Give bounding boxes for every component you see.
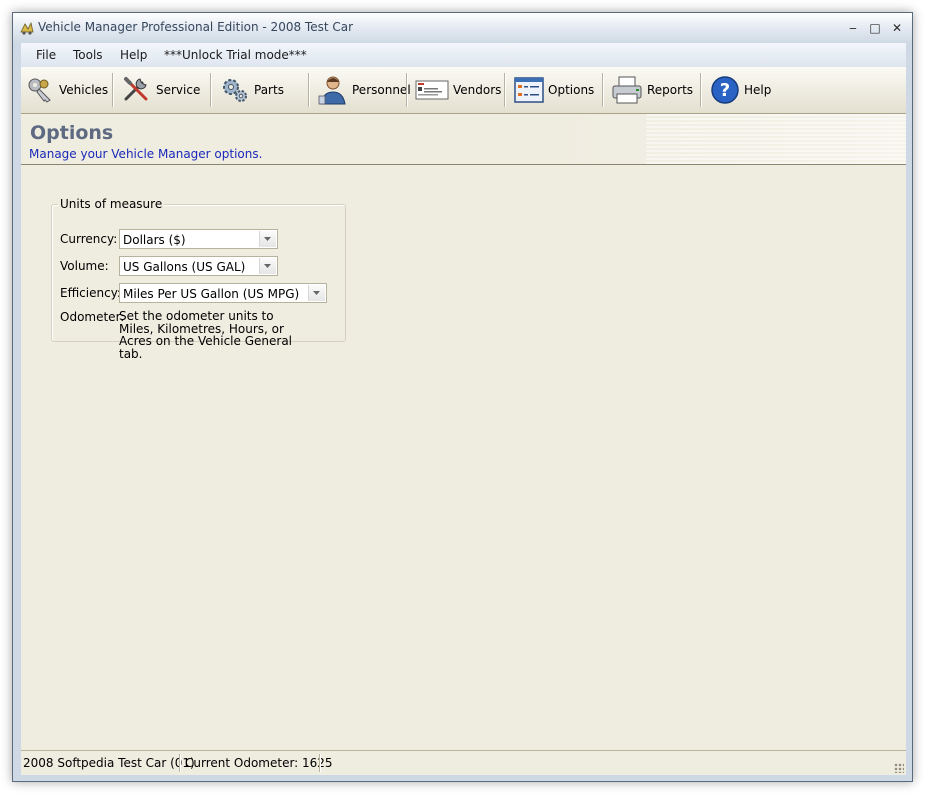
toolbar-parts-label: Parts [254,83,284,97]
volume-label: Volume: [60,259,109,273]
toolbar-options-button[interactable]: Options [514,70,594,110]
toolbar-separator [112,73,114,107]
toolbar-separator [504,73,506,107]
toolbar-separator [700,73,702,107]
status-odometer: Current Odometer: 1625 [185,756,333,770]
app-logo-icon [20,21,34,35]
odometer-label: Odometer: [60,310,125,324]
tools-icon [124,77,148,101]
toolbar-personnel-button[interactable]: Personnel [316,70,411,110]
menu-help[interactable]: Help [120,48,147,62]
status-divider [179,754,181,772]
toolbar-service-label: Service [156,83,201,97]
toolbar-reports-label: Reports [647,83,694,97]
page-header: Options Manage your Vehicle Manager opti… [21,114,906,165]
currency-select[interactable]: Dollars ($) [119,229,278,249]
units-group-legend: Units of measure [58,197,165,211]
menu-unlock-trial[interactable]: ***Unlock Trial mode*** [164,48,307,62]
efficiency-value: Miles Per US Gallon (US MPG) [123,287,300,301]
odometer-help-text: Set the odometer units to Miles, Kilomet… [119,309,293,361]
menu-tools[interactable]: Tools [73,48,103,62]
menu-bar: File Tools Help ***Unlock Trial mode*** [21,43,906,67]
toolbar-separator [308,73,310,107]
currency-label: Currency: [60,232,118,246]
person-icon [318,76,346,105]
volume-dropdown-button[interactable] [259,258,276,274]
efficiency-dropdown-button[interactable] [308,285,325,301]
printer-icon [612,76,642,104]
efficiency-label: Efficiency: [60,286,121,300]
volume-value: US Gallons (US GAL) [123,260,246,274]
options-list-icon [514,77,544,103]
help-icon: ? [711,76,739,104]
currency-dropdown-button[interactable] [259,231,276,247]
page-title: Options [30,122,114,144]
toolbar-parts-button[interactable]: Parts [220,70,284,110]
toolbar-options-label: Options [548,83,595,97]
maximize-button[interactable]: □ [864,17,886,39]
toolbar-service-button[interactable]: Service [122,70,200,110]
chevron-down-icon [313,291,320,295]
menu-file[interactable]: File [36,48,56,62]
close-button[interactable]: ✕ [886,17,908,39]
gears-icon [223,79,247,102]
efficiency-select[interactable]: Miles Per US Gallon (US MPG) [119,283,327,303]
page-subtitle: Manage your Vehicle Manager options. [29,147,263,161]
title-bar[interactable]: Vehicle Manager Professional Edition - 2… [13,13,912,43]
status-vehicle: 2008 Softpedia Test Car (01) [23,756,195,770]
toolbar-help-button[interactable]: ? Help [710,70,771,110]
volume-select[interactable]: US Gallons (US GAL) [119,256,278,276]
client-area: File Tools Help ***Unlock Trial mode*** … [21,43,906,775]
toolbar-vendors-label: Vendors [453,83,502,97]
toolbar-vehicles-label: Vehicles [59,83,109,97]
currency-value: Dollars ($) [123,233,186,247]
toolbar-separator [210,73,212,107]
business-card-icon [415,80,449,100]
toolbar-separator [602,73,604,107]
toolbar-personnel-label: Personnel [352,83,411,97]
header-decoration [646,114,906,164]
status-bar: 2008 Softpedia Test Car (01) Current Odo… [21,750,906,775]
toolbar-reports-button[interactable]: Reports [611,70,693,110]
svg-text:?: ? [720,80,730,101]
minimize-button[interactable]: ‒ [842,17,864,39]
app-window: Vehicle Manager Professional Edition - 2… [12,12,913,782]
window-title: Vehicle Manager Professional Edition - 2… [38,20,354,34]
chevron-down-icon [264,237,271,241]
toolbar-vehicles-button[interactable]: Vehicles [25,70,108,110]
toolbar-vendors-button[interactable]: Vendors [415,70,501,110]
resize-grip[interactable] [894,763,904,773]
main-toolbar: Vehicles Service Parts Personnel Vendors… [21,67,906,114]
toolbar-help-label: Help [744,83,772,97]
chevron-down-icon [264,264,271,268]
keys-icon [28,78,51,103]
toolbar-separator [406,73,408,107]
status-divider [319,754,321,772]
